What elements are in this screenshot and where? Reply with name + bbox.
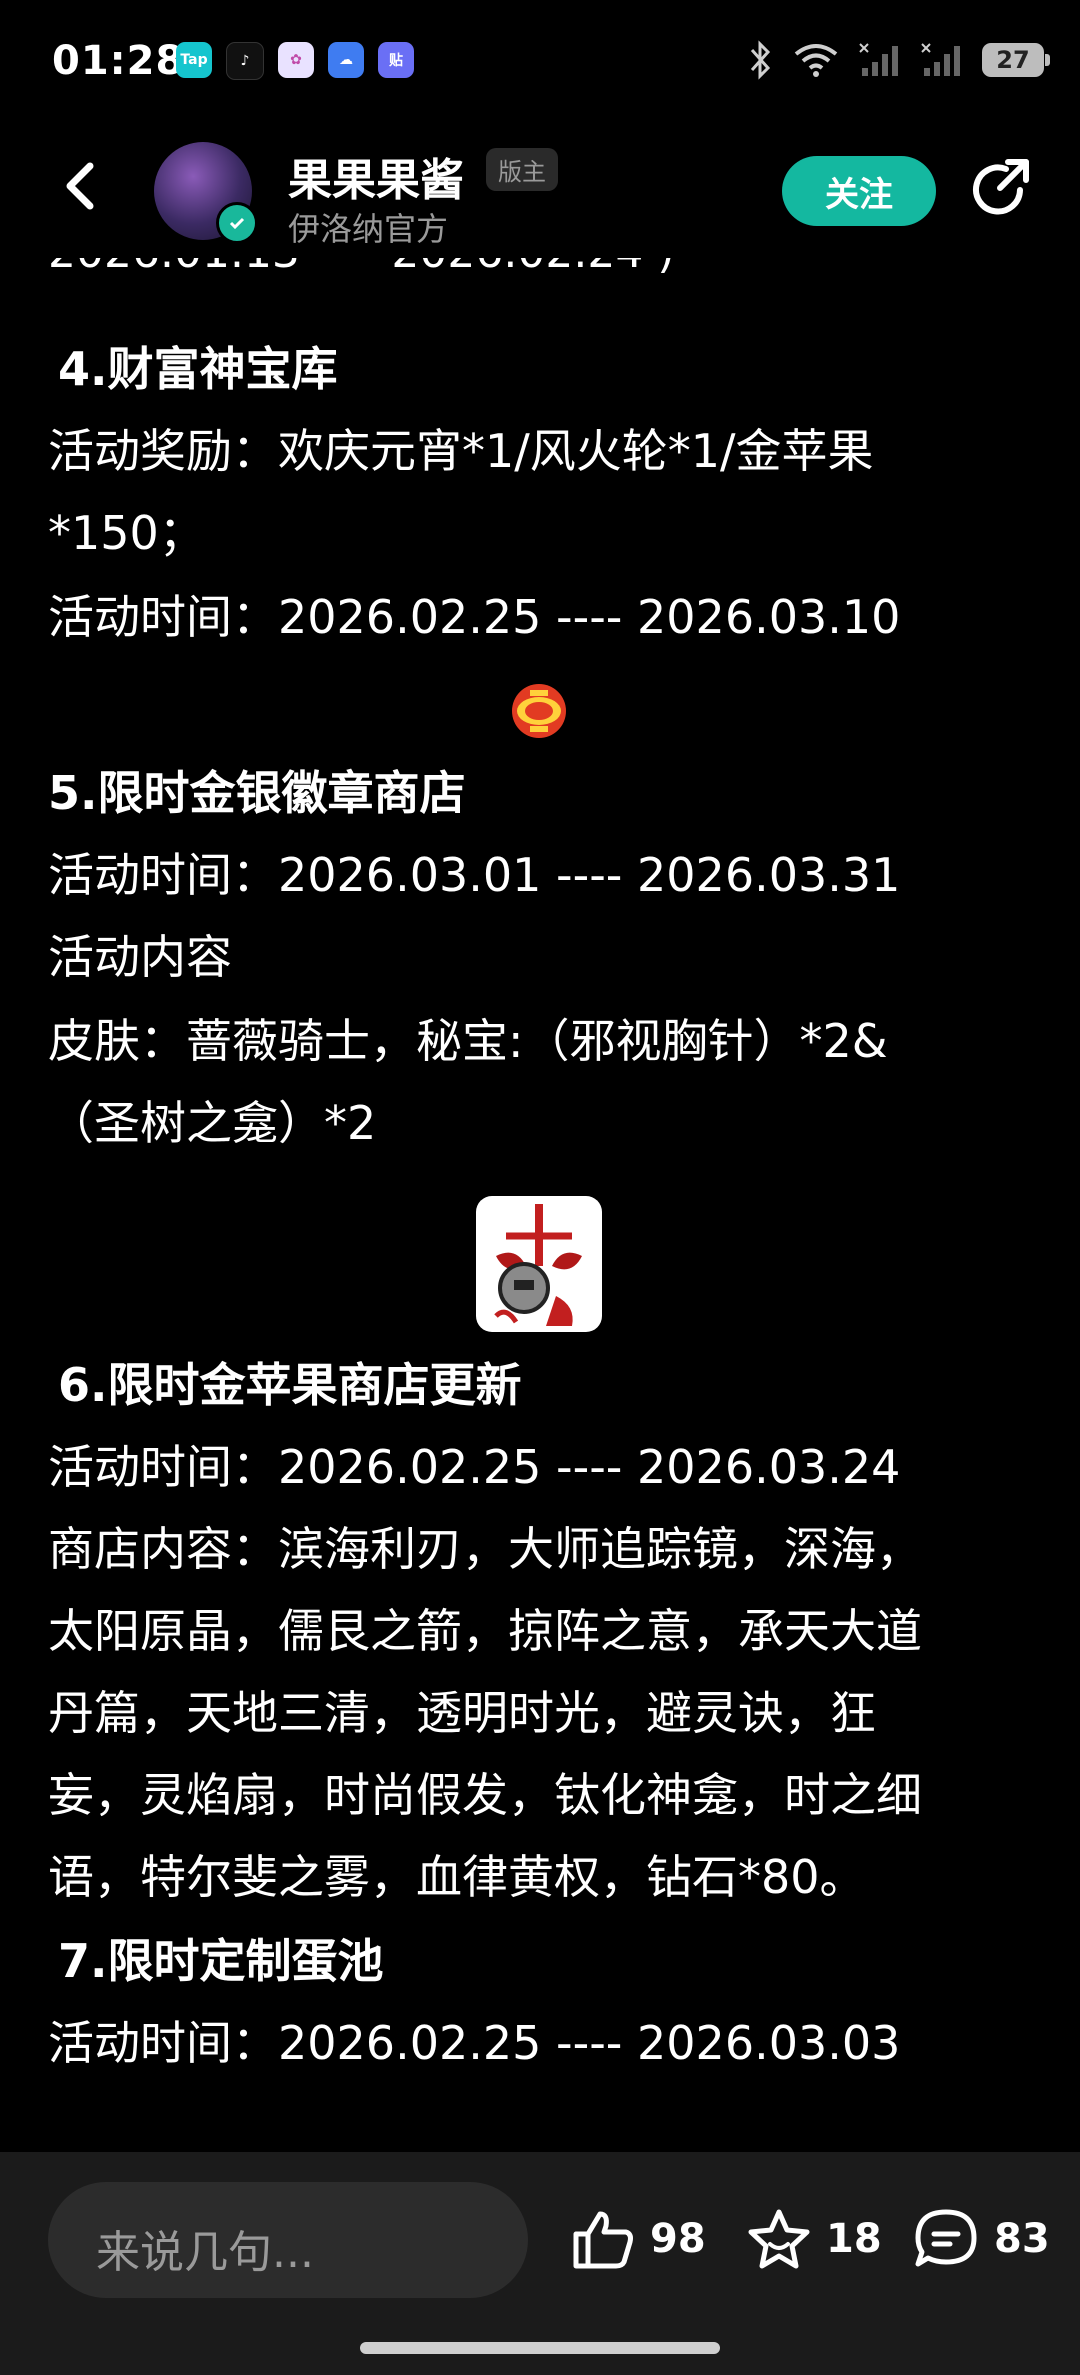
section-7-time: 活动时间：2026.02.25 ---- 2026.03.03: [48, 2016, 901, 2070]
section-6-shop-line-5: 语，特尔斐之雾，血律黄权，钻石*80。: [48, 1850, 866, 1904]
thumbs-up-icon: [573, 2211, 633, 2269]
star-icon: [748, 2209, 810, 2269]
tiktok-icon: ♪: [226, 42, 264, 80]
post-header: 果果果酱 版主 伊洛纳官方 关注: [0, 126, 1080, 258]
section-6-shop-line-1: 商店内容：滨海利刃，大师追踪镜，深海，: [48, 1522, 922, 1576]
signal-icon: [859, 43, 898, 76]
clipped-text-line: 2026.01.13 ---- 2026.02.24 ): [48, 258, 674, 294]
author-subtitle: 伊洛纳官方: [288, 210, 449, 248]
section-4-reward-line-2: *150；: [48, 506, 205, 560]
sticker-icon: 贴: [378, 42, 414, 78]
follow-button[interactable]: 关注: [782, 156, 936, 226]
section-4-time: 活动时间：2026.02.25 ---- 2026.03.10: [48, 590, 901, 644]
bottom-action-bar: 来说几句... 98 18 83: [0, 2152, 1080, 2375]
lantern-image: [512, 684, 566, 738]
section-5-content-line-2: （圣树之龛）*2: [48, 1096, 377, 1150]
photos-icon: ✿: [278, 42, 314, 78]
signal-icon-2: [921, 43, 960, 76]
home-indicator[interactable]: [360, 2342, 720, 2354]
wifi-icon: [794, 44, 838, 77]
like-button[interactable]: 98: [570, 2208, 706, 2270]
back-arrow-icon[interactable]: [52, 156, 112, 216]
section-title-5: 5.限时金银徽章商店: [48, 766, 466, 820]
section-6-time: 活动时间：2026.02.25 ---- 2026.03.24: [48, 1440, 901, 1494]
bluetooth-icon: [750, 40, 771, 80]
cloud-icon: ☁: [328, 42, 364, 78]
author-name[interactable]: 果果果酱: [288, 144, 464, 208]
section-title-4: 4.财富神宝库: [58, 342, 338, 396]
section-6-shop-line-3: 丹篇，天地三清，透明时光，避灵诀，狂: [48, 1686, 876, 1740]
favorite-button[interactable]: 18: [746, 2208, 882, 2270]
section-title-6: 6.限时金苹果商店更新: [58, 1358, 522, 1412]
comment-input[interactable]: 来说几句...: [48, 2182, 528, 2298]
comment-placeholder: 来说几句...: [96, 2227, 314, 2278]
section-6-shop-line-4: 妄，灵焰扇，时尚假发，钛化神龛，时之细: [48, 1768, 922, 1822]
status-time: 01:28: [52, 38, 185, 84]
status-bar: 01:28 Tap ♪ ✿ ☁ 贴 27: [0, 0, 1080, 126]
rose-knight-image: [476, 1196, 602, 1332]
notification-icons: Tap ♪ ✿ ☁ 贴: [176, 42, 414, 80]
comment-button[interactable]: 83: [912, 2208, 1050, 2270]
section-6-shop-line-2: 太阳原晶，儒艮之箭，掠阵之意，承天大道: [48, 1604, 922, 1658]
like-count: 98: [650, 2216, 706, 2262]
section-4-reward-line-1: 活动奖励：欢庆元宵*1/风火轮*1/金苹果: [48, 424, 874, 478]
section-5-time: 活动时间：2026.03.01 ---- 2026.03.31: [48, 848, 901, 902]
moderator-badge: 版主: [486, 148, 558, 191]
share-icon[interactable]: [968, 156, 1036, 224]
section-title-7: 7.限时定制蛋池: [58, 1934, 384, 1988]
battery-indicator: 27: [982, 43, 1050, 77]
favorite-count: 18: [826, 2216, 882, 2262]
section-5-content-line-1: 皮肤：蔷薇骑士，秘宝:（邪视胸针）*2&: [48, 1014, 888, 1068]
taptap-icon: Tap: [176, 42, 212, 78]
comment-count: 83: [994, 2216, 1050, 2262]
verified-icon: [216, 202, 258, 244]
post-content: 2026.01.13 ---- 2026.02.24 ) 4.财富神宝库 活动奖…: [0, 258, 1080, 2158]
comment-bubble-icon: [915, 2209, 977, 2267]
section-5-content-label: 活动内容: [48, 930, 232, 984]
